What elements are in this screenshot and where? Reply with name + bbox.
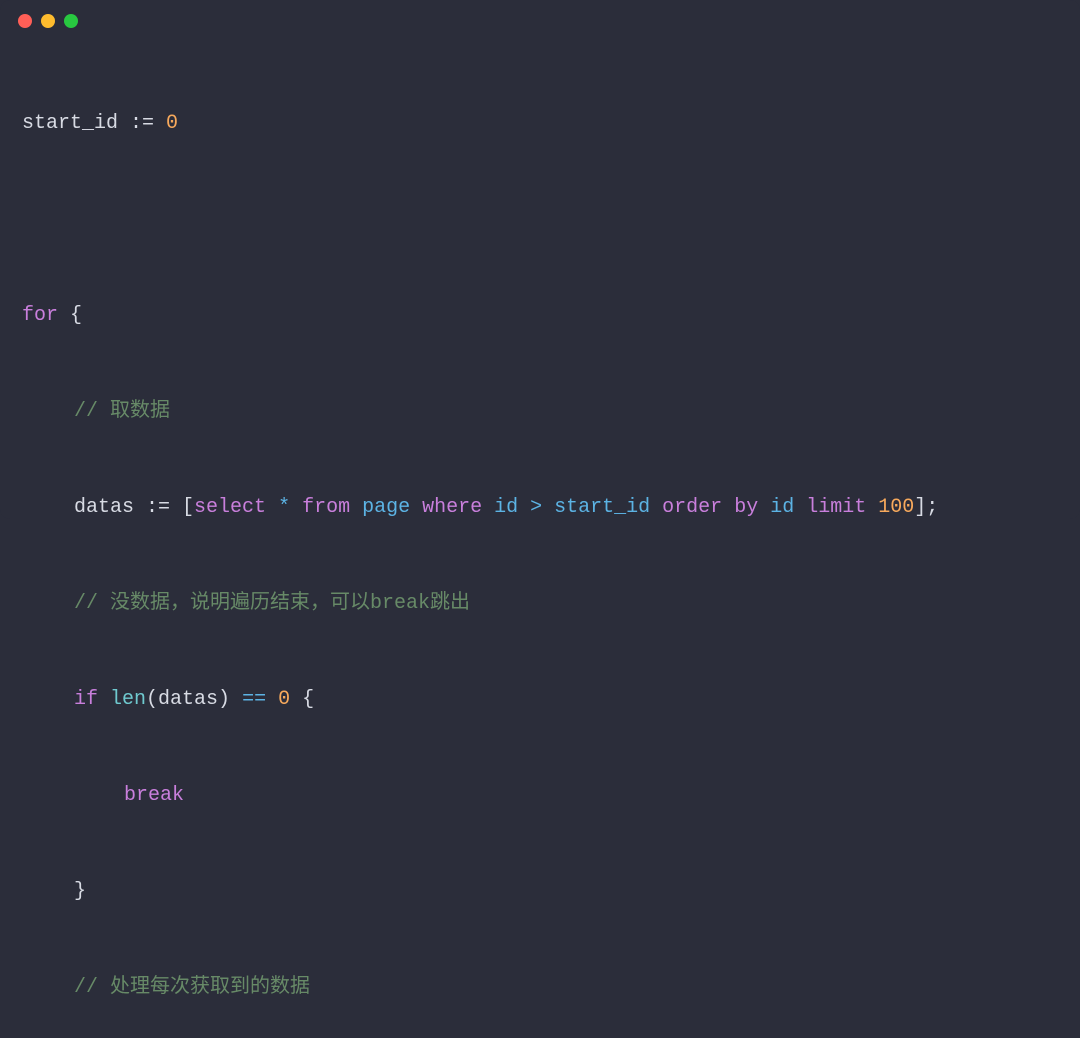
code-line [22, 204, 1058, 236]
code-token: id > start_id [482, 496, 662, 519]
code-line: for { [22, 300, 1058, 332]
code-line: break [22, 780, 1058, 812]
code-line: // 没数据，说明遍历结束，可以break跳出 [22, 588, 1058, 620]
code-token: datas [74, 496, 146, 519]
code-token: if [74, 688, 98, 711]
close-icon[interactable] [18, 14, 32, 28]
code-line: // 处理每次获取到的数据 [22, 972, 1058, 1004]
code-token: } [74, 880, 86, 903]
code-token: order [662, 496, 722, 519]
code-token: * [266, 496, 302, 519]
code-line: if len(datas) == 0 { [22, 684, 1058, 716]
code-token [866, 496, 878, 519]
code-token: [ [182, 496, 194, 519]
code-token: (datas) [146, 688, 242, 711]
code-token: select [194, 496, 266, 519]
code-line: } [22, 876, 1058, 908]
code-line: datas := [select * from page where id > … [22, 492, 1058, 524]
code-token [266, 688, 278, 711]
minimize-icon[interactable] [41, 14, 55, 28]
code-token: limit [806, 496, 866, 519]
code-token: 100 [878, 496, 914, 519]
code-token: 0 [278, 688, 290, 711]
code-comment: // 取数据 [74, 400, 170, 423]
code-token: where [422, 496, 482, 519]
zoom-icon[interactable] [64, 14, 78, 28]
code-token: for [22, 304, 58, 327]
code-token: id [758, 496, 806, 519]
code-token: := [146, 496, 182, 519]
code-token: { [58, 304, 82, 327]
window-titlebar [0, 0, 1080, 32]
code-token: := [130, 112, 166, 135]
code-token: 0 [166, 112, 178, 135]
code-line: // 取数据 [22, 396, 1058, 428]
code-token: by [734, 496, 758, 519]
code-token: start_id [22, 112, 130, 135]
code-token [722, 496, 734, 519]
code-editor: start_id := 0 for { // 取数据 datas := [sel… [0, 32, 1080, 1038]
code-token: from [302, 496, 350, 519]
code-comment: // 处理每次获取到的数据 [74, 976, 310, 999]
code-line: start_id := 0 [22, 108, 1058, 140]
code-token [98, 688, 110, 711]
code-comment: // 没数据，说明遍历结束，可以break跳出 [74, 592, 470, 615]
code-window: start_id := 0 for { // 取数据 datas := [sel… [0, 0, 1080, 519]
code-token: == [242, 688, 266, 711]
code-token: break [124, 784, 184, 807]
code-token: ]; [914, 496, 938, 519]
code-token: page [350, 496, 422, 519]
code-token: len [110, 688, 146, 711]
code-token: { [290, 688, 314, 711]
